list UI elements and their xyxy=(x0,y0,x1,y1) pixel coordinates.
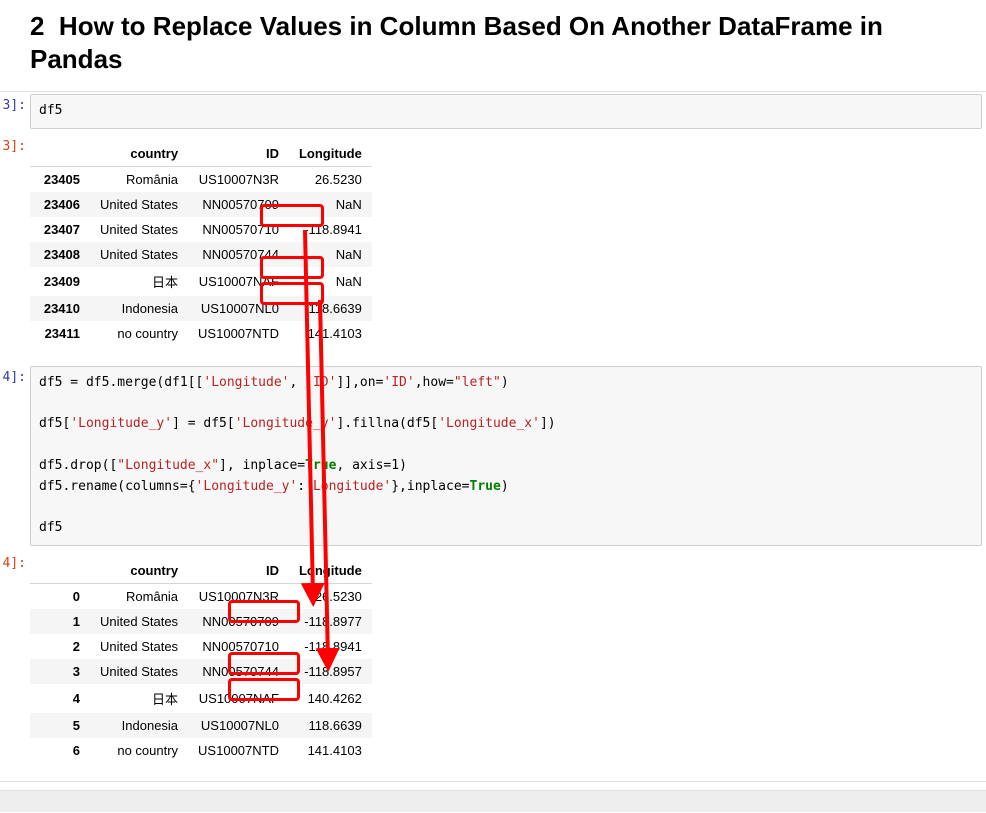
table-cell: United States xyxy=(90,192,188,217)
table-cell: NaN xyxy=(289,192,372,217)
table-row: 0RomâniaUS10007N3R26.5230 xyxy=(30,584,372,610)
table-row: 23409日本US10007NAFNaN xyxy=(30,267,372,296)
code-input[interactable]: df5 = df5.merge(df1[['Longitude', 'ID']]… xyxy=(30,366,982,546)
table-row: 5IndonesiaUS10007NL0118.6639 xyxy=(30,713,372,738)
table-row: 3United StatesNN00570744-118.8957 xyxy=(30,659,372,684)
input-prompt: 4]: xyxy=(0,364,30,385)
table-cell: NN00570744 xyxy=(188,242,289,267)
table-row: 4日本US10007NAF140.4262 xyxy=(30,684,372,713)
row-index: 1 xyxy=(30,609,90,634)
table-cell: United States xyxy=(90,242,188,267)
table-cell: US10007NL0 xyxy=(188,713,289,738)
table-row: 1United StatesNN00570709-118.8977 xyxy=(30,609,372,634)
table-cell: United States xyxy=(90,659,188,684)
table-cell: no country xyxy=(90,321,188,346)
heading-number: 2 xyxy=(30,11,44,41)
row-index: 23411 xyxy=(30,321,90,346)
code-cell-4: 4]: df5 = df5.merge(df1[['Longitude', 'I… xyxy=(0,364,986,550)
table-cell: NN00570710 xyxy=(188,634,289,659)
table-row: 2United StatesNN00570710-118.8941 xyxy=(30,634,372,659)
code-cell-3: 3]: df5 xyxy=(0,92,986,133)
table-cell: NN00570709 xyxy=(188,192,289,217)
table-cell: US10007NL0 xyxy=(188,296,289,321)
table-row: 6no countryUS10007NTD141.4103 xyxy=(30,738,372,763)
row-index: 5 xyxy=(30,713,90,738)
table-cell: 26.5230 xyxy=(289,584,372,610)
col-header: ID xyxy=(188,141,289,167)
table-cell: US10007N3R xyxy=(188,166,289,192)
output-prompt: 4]: xyxy=(0,550,30,571)
row-index: 2 xyxy=(30,634,90,659)
table-cell: US10007NAF xyxy=(188,684,289,713)
row-index: 23409 xyxy=(30,267,90,296)
table-cell: 118.6639 xyxy=(289,296,372,321)
table-cell: NN00570710 xyxy=(188,217,289,242)
table-row: 23411no countryUS10007NTD141.4103 xyxy=(30,321,372,346)
table-cell: 118.6639 xyxy=(289,713,372,738)
table-cell: no country xyxy=(90,738,188,763)
table-row: 23410IndonesiaUS10007NL0118.6639 xyxy=(30,296,372,321)
row-index: 23410 xyxy=(30,296,90,321)
table-row: 23406United StatesNN00570709NaN xyxy=(30,192,372,217)
table-cell: 日本 xyxy=(90,267,188,296)
table-cell: -118.8957 xyxy=(289,659,372,684)
table-cell: 141.4103 xyxy=(289,738,372,763)
table-cell: United States xyxy=(90,609,188,634)
table-row: 23407United StatesNN00570710-118.8941 xyxy=(30,217,372,242)
table-cell: România xyxy=(90,584,188,610)
row-index: 23405 xyxy=(30,166,90,192)
output-cell-4: 4]: country ID Longitude 0RomâniaUS10007… xyxy=(0,550,986,781)
row-index: 23407 xyxy=(30,217,90,242)
index-header xyxy=(30,558,90,584)
row-index: 6 xyxy=(30,738,90,763)
table-cell: Indonesia xyxy=(90,296,188,321)
table-cell: -118.8941 xyxy=(289,634,372,659)
dataframe-table: country ID Longitude 0RomâniaUS10007N3R2… xyxy=(30,558,372,763)
col-header: ID xyxy=(188,558,289,584)
table-cell: United States xyxy=(90,634,188,659)
table-cell: US10007N3R xyxy=(188,584,289,610)
table-cell: 26.5230 xyxy=(289,166,372,192)
table-cell: România xyxy=(90,166,188,192)
output-prompt: 3]: xyxy=(0,133,30,154)
col-header: Longitude xyxy=(289,558,372,584)
table-cell: NaN xyxy=(289,242,372,267)
dataframe-table: country ID Longitude 23405RomâniaUS10007… xyxy=(30,141,372,346)
code-input[interactable]: df5 xyxy=(30,94,982,129)
table-cell: NaN xyxy=(289,267,372,296)
row-index: 23406 xyxy=(30,192,90,217)
row-index: 0 xyxy=(30,584,90,610)
heading-text: How to Replace Values in Column Based On… xyxy=(30,11,883,74)
row-index: 3 xyxy=(30,659,90,684)
table-cell: NN00570709 xyxy=(188,609,289,634)
table-row: 23405RomâniaUS10007N3R26.5230 xyxy=(30,166,372,192)
table-cell: US10007NTD xyxy=(188,738,289,763)
table-cell: 141.4103 xyxy=(289,321,372,346)
input-prompt: 3]: xyxy=(0,92,30,113)
footer-strip xyxy=(0,790,986,812)
col-header: Longitude xyxy=(289,141,372,167)
col-header: country xyxy=(90,141,188,167)
table-row: 23408United StatesNN00570744NaN xyxy=(30,242,372,267)
table-cell: United States xyxy=(90,217,188,242)
table-cell: -118.8977 xyxy=(289,609,372,634)
col-header: country xyxy=(90,558,188,584)
row-index: 23408 xyxy=(30,242,90,267)
section-heading: 2 How to Replace Values in Column Based … xyxy=(0,0,986,91)
table-cell: US10007NTD xyxy=(188,321,289,346)
output-cell-3: 3]: country ID Longitude 23405RomâniaUS1… xyxy=(0,133,986,364)
table-cell: 140.4262 xyxy=(289,684,372,713)
index-header xyxy=(30,141,90,167)
table-cell: Indonesia xyxy=(90,713,188,738)
table-cell: NN00570744 xyxy=(188,659,289,684)
table-cell: 日本 xyxy=(90,684,188,713)
table-cell: -118.8941 xyxy=(289,217,372,242)
table-cell: US10007NAF xyxy=(188,267,289,296)
row-index: 4 xyxy=(30,684,90,713)
